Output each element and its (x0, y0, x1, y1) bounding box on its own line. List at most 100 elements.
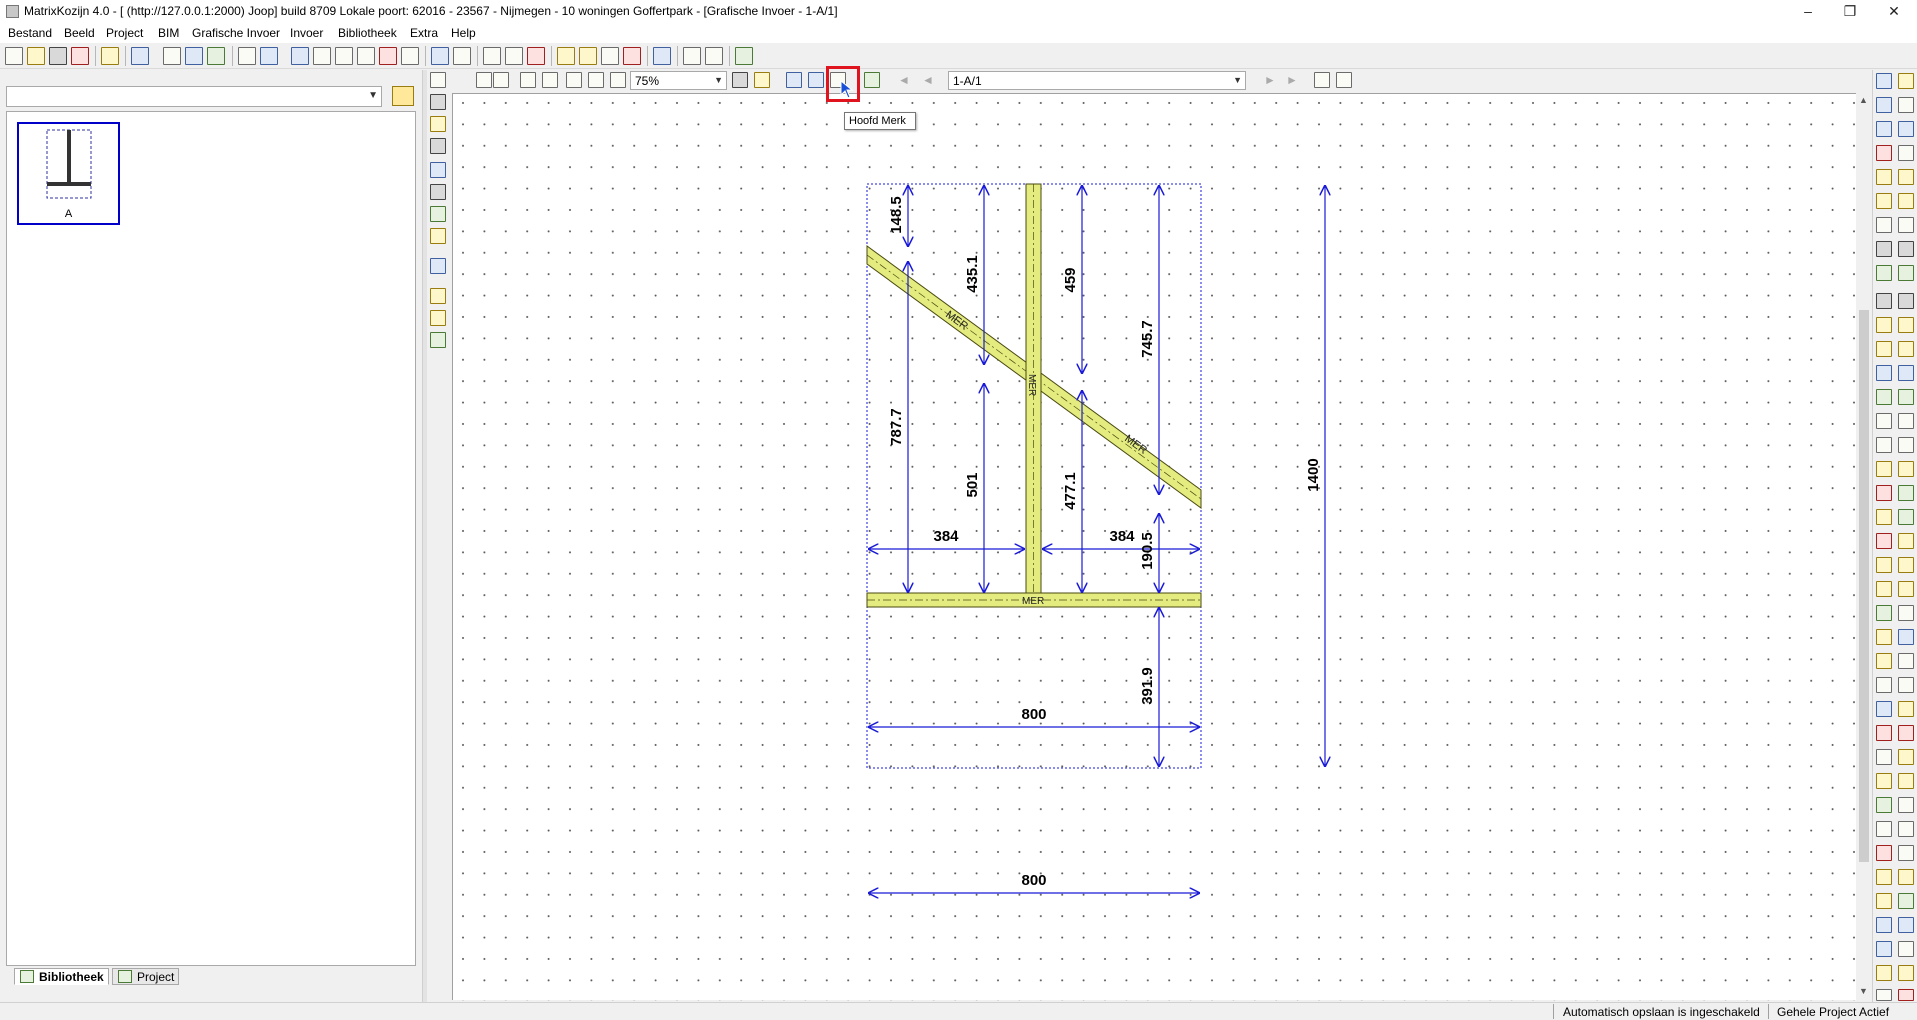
page-select[interactable]: 1-A/1 ▼ (948, 71, 1246, 90)
tool-icon[interactable] (1876, 557, 1892, 573)
tool-icon[interactable] (1876, 461, 1892, 477)
restore-button[interactable]: ❐ (1827, 0, 1873, 24)
library-item[interactable]: A (17, 122, 120, 225)
tool-icon[interactable] (1876, 581, 1892, 597)
tool-icon[interactable] (1898, 917, 1914, 933)
tool-icon[interactable] (1898, 725, 1914, 741)
tool-icon[interactable] (1876, 629, 1892, 645)
tool-icon[interactable] (1898, 461, 1914, 477)
tool-icon[interactable] (1876, 509, 1892, 525)
frame-icon[interactable] (163, 47, 181, 65)
tool-icon[interactable] (1898, 413, 1914, 429)
tool-icon[interactable] (1898, 437, 1914, 453)
3d-view-icon[interactable] (623, 47, 641, 65)
menu-bestand[interactable]: Bestand (8, 26, 52, 40)
tool-icon[interactable] (1876, 845, 1892, 861)
grafische-invoer-icon[interactable] (291, 47, 309, 65)
tool-icon[interactable] (1876, 365, 1892, 381)
tool-icon[interactable] (1876, 193, 1892, 209)
tool-icon[interactable] (1898, 145, 1914, 161)
tool-icon[interactable] (1876, 341, 1892, 357)
tool-icon[interactable] (1876, 653, 1892, 669)
dimension-icon[interactable] (430, 310, 446, 326)
stack-icon[interactable] (430, 116, 446, 132)
info-icon[interactable] (238, 47, 256, 65)
frame-draw-icon[interactable] (430, 72, 446, 88)
grid-icon[interactable] (430, 162, 446, 178)
scroll-down-icon[interactable]: ▼ (1859, 986, 1868, 996)
tool-icon[interactable] (1898, 965, 1914, 981)
measure-icon[interactable] (527, 47, 545, 65)
tool-icon[interactable] (1876, 941, 1892, 957)
tool-icon[interactable] (1876, 989, 1892, 1001)
shape-icon[interactable] (430, 206, 446, 222)
tool-icon[interactable] (1898, 121, 1914, 137)
select-icon[interactable] (430, 94, 446, 110)
tools-icon[interactable] (505, 47, 523, 65)
image-icon[interactable] (335, 47, 353, 65)
tool-icon[interactable] (1876, 265, 1892, 281)
color-bars-icon[interactable] (864, 72, 880, 88)
delete-icon[interactable] (430, 258, 446, 274)
tool-icon[interactable] (1898, 701, 1914, 717)
zoom-select[interactable]: 75% ▼ (630, 71, 727, 90)
transfer-icon[interactable] (735, 47, 753, 65)
grid-snap-icon[interactable] (786, 72, 802, 88)
tool-icon[interactable] (1876, 677, 1892, 693)
paste-page-icon[interactable] (1336, 72, 1352, 88)
euro-percent-icon[interactable] (379, 47, 397, 65)
tool-icon[interactable] (1898, 581, 1914, 597)
tool-icon[interactable] (1876, 241, 1892, 257)
project-icon[interactable] (101, 47, 119, 65)
layers-icon[interactable] (653, 47, 671, 65)
tool-icon[interactable] (1876, 797, 1892, 813)
zoom-in-icon[interactable] (566, 72, 582, 88)
new-file-icon[interactable] (5, 47, 23, 65)
tool-icon[interactable] (1898, 557, 1914, 573)
tool-icon[interactable] (1898, 217, 1914, 233)
tool-icon[interactable] (1898, 509, 1914, 525)
zoom-window-icon[interactable] (588, 72, 604, 88)
tool-icon[interactable] (1898, 485, 1914, 501)
panel-icon[interactable] (430, 138, 446, 154)
tool-icon[interactable] (1898, 869, 1914, 885)
tab-project[interactable]: Project (112, 968, 180, 985)
tool-icon[interactable] (1898, 241, 1914, 257)
minimize-button[interactable]: – (1785, 0, 1831, 24)
tool-icon[interactable] (1898, 845, 1914, 861)
eye-icon[interactable] (732, 72, 748, 88)
frame-edit-icon[interactable] (185, 47, 203, 65)
view-icon[interactable] (313, 47, 331, 65)
calculator-icon[interactable] (483, 47, 501, 65)
copy-icon[interactable] (401, 47, 419, 65)
frame-add-icon[interactable] (207, 47, 225, 65)
menu-grafische-invoer[interactable]: Grafische Invoer (192, 26, 280, 40)
scrollbar-thumb[interactable] (1859, 310, 1869, 862)
save-icon[interactable] (49, 47, 67, 65)
tool-icon[interactable] (1876, 293, 1892, 309)
first-page-icon[interactable]: ◄ (898, 73, 910, 87)
open-folder-icon[interactable] (392, 86, 414, 106)
tool-icon[interactable] (1876, 413, 1892, 429)
label-icon[interactable] (430, 228, 446, 244)
last-page-icon[interactable]: ► (1286, 73, 1298, 87)
currency-icon[interactable] (557, 47, 575, 65)
menu-project[interactable]: Project (106, 26, 143, 40)
report-icon[interactable] (601, 47, 619, 65)
tool-icon[interactable] (1898, 989, 1914, 1001)
tool-icon[interactable] (1898, 293, 1914, 309)
tool-icon[interactable] (1898, 893, 1914, 909)
magnet-icon[interactable] (493, 72, 509, 88)
tool-icon[interactable] (1898, 73, 1914, 89)
grid-settings-icon[interactable] (808, 72, 824, 88)
tool-icon[interactable] (1898, 341, 1914, 357)
tool-icon[interactable] (1898, 749, 1914, 765)
tool-icon[interactable] (1876, 605, 1892, 621)
tool-icon[interactable] (1876, 821, 1892, 837)
tool-icon[interactable] (1898, 365, 1914, 381)
menu-bibliotheek[interactable]: Bibliotheek (338, 26, 397, 40)
edit-list-icon[interactable] (357, 47, 375, 65)
document-icon[interactable] (683, 47, 701, 65)
redo-icon[interactable] (542, 72, 558, 88)
menu-beeld[interactable]: Beeld (64, 26, 95, 40)
